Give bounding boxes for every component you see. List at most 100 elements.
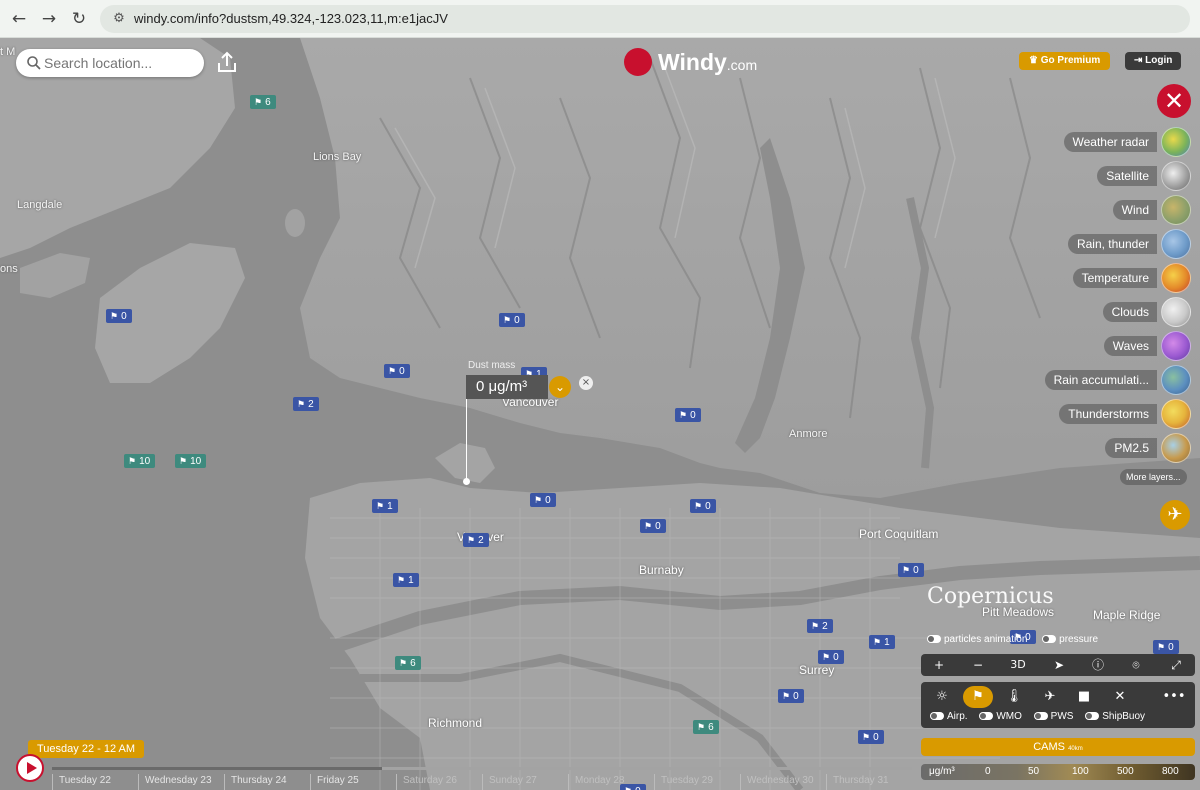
layer-weather-radar[interactable]: Weather radar — [1031, 125, 1191, 159]
picker-dot[interactable] — [463, 478, 470, 485]
shipbuoy-toggle[interactable]: ShipBuoy — [1085, 711, 1145, 722]
chevron-down-icon[interactable]: ⌄ — [549, 376, 571, 398]
timeline-day[interactable]: Monday 28 — [568, 774, 654, 790]
flag-icon: ⚑ — [376, 501, 385, 511]
weather-icon[interactable]: ☼ — [927, 686, 957, 708]
place-label: Maple Ridge — [1093, 608, 1161, 622]
picker-value[interactable]: 0 μg/m³ — [466, 375, 548, 399]
layer-wind[interactable]: Wind — [1031, 193, 1191, 227]
close-overlay-button[interactable]: ✕ — [1157, 84, 1191, 118]
model-selector[interactable]: CAMS 40km — [921, 738, 1195, 756]
camera-icon[interactable]: ■ — [1069, 686, 1099, 708]
station-marker[interactable]: ⚑ 10 — [175, 454, 207, 468]
pws-toggle[interactable]: PWS — [1033, 711, 1073, 722]
layer-temperature[interactable]: Temperature — [1031, 261, 1191, 295]
zoom-out-button[interactable]: − — [967, 654, 989, 676]
station-marker[interactable]: ⚑1 — [393, 573, 419, 587]
timeline-day[interactable]: Friday 25 — [310, 774, 396, 790]
login-button[interactable]: ⇥ Login — [1125, 52, 1182, 70]
map[interactable]: Lions Bay Langdale Vancouver Anmore Port… — [0, 38, 1200, 790]
share-icon[interactable] — [213, 49, 241, 77]
address-bar[interactable]: ⚙ windy.com/info?dustsm,49.324,-123.023,… — [100, 5, 1190, 33]
flag-icon: ⚑ — [782, 691, 791, 701]
clouds-icon — [1161, 297, 1191, 327]
picker-line — [466, 398, 467, 482]
station-marker[interactable]: ⚑ 6 — [250, 95, 276, 109]
site-info-icon[interactable]: ⚙ — [110, 9, 128, 29]
fullscreen-icon[interactable]: ⤢ — [1165, 654, 1187, 676]
station-marker[interactable]: ⚑0 — [106, 309, 132, 323]
flag-icon: ⚑ — [388, 366, 397, 376]
url-text[interactable]: windy.com/info?dustsm,49.324,-123.023,11… — [134, 11, 448, 26]
play-icon[interactable] — [16, 754, 44, 782]
station-marker[interactable]: ⚑ 10 — [124, 454, 156, 468]
station-marker[interactable]: ⚑0 — [499, 313, 525, 327]
station-marker[interactable]: ⚑ 6 — [395, 656, 421, 670]
station-marker[interactable]: ⚑0 — [690, 499, 716, 513]
flag-icon: ⚑ — [811, 621, 820, 631]
station-marker[interactable]: ⚑1 — [372, 499, 398, 513]
station-marker[interactable]: ⚑0 — [675, 408, 701, 422]
more-layers-button[interactable]: More layers... — [1120, 469, 1187, 485]
wind-icon — [1161, 195, 1191, 225]
locate-arrow-icon[interactable]: ➤ — [1048, 654, 1070, 676]
timeline-day[interactable]: Wednesday 23 — [138, 774, 224, 790]
location-pin-icon[interactable]: ⌾ — [1125, 654, 1147, 676]
search-box[interactable] — [16, 49, 204, 77]
layer-clouds[interactable]: Clouds — [1031, 295, 1191, 329]
layer-thunderstorms[interactable]: Thunderstorms — [1031, 397, 1191, 431]
thermometer-icon[interactable]: 🌡 — [999, 686, 1029, 708]
particles-animation-toggle[interactable]: particles animation — [927, 634, 1027, 645]
info-icon[interactable]: ⓘ — [1087, 654, 1109, 676]
more-icon[interactable]: ••• — [1159, 686, 1189, 708]
copernicus-logo: Copernicus — [927, 584, 1054, 609]
timeline-day[interactable]: Sunday 27 — [482, 774, 568, 790]
station-marker[interactable]: ⚑0 — [1153, 640, 1179, 654]
station-marker[interactable]: ⚑ 2 — [807, 619, 833, 633]
station-marker[interactable]: ⚑0 — [898, 563, 924, 577]
station-marker[interactable]: ⚑ 2 — [293, 397, 319, 411]
station-marker[interactable]: ⚑0 — [778, 689, 804, 703]
airplane-icon[interactable]: ✈ — [1160, 500, 1190, 530]
station-marker[interactable]: ⚑ 6 — [693, 720, 719, 734]
station-marker[interactable]: ⚑1 — [869, 635, 895, 649]
zoom-in-button[interactable]: + — [928, 654, 950, 676]
close-icon[interactable]: ✕ — [1105, 686, 1135, 708]
airplane-icon[interactable]: ✈ — [1035, 686, 1065, 708]
station-marker[interactable]: ⚑0 — [858, 730, 884, 744]
forward-icon[interactable]: → — [38, 8, 60, 30]
close-icon[interactable]: × — [579, 376, 593, 390]
go-premium-button[interactable]: ♛ Go Premium — [1019, 52, 1111, 70]
layer-rain-accumulation[interactable]: Rain accumulati... — [1031, 363, 1191, 397]
station-marker[interactable]: ⚑ 2 — [463, 533, 489, 547]
color-legend[interactable]: μg/m³ 0 50 100 500 800 — [921, 764, 1195, 780]
reload-icon[interactable]: ↻ — [68, 8, 90, 30]
back-icon[interactable]: ← — [8, 8, 30, 30]
layer-pm25[interactable]: PM2.5 — [1031, 431, 1191, 465]
wmo-toggle[interactable]: WMO — [979, 711, 1022, 722]
3d-button[interactable]: 3D — [1007, 654, 1029, 676]
current-time-badge[interactable]: Tuesday 22 - 12 AM — [28, 740, 145, 758]
layer-waves[interactable]: Waves — [1031, 329, 1191, 363]
timeline-day[interactable]: Tuesday 22 — [52, 774, 138, 790]
pressure-toggle[interactable]: pressure — [1042, 634, 1098, 645]
temperature-icon — [1161, 263, 1191, 293]
station-marker[interactable]: ⚑0 — [640, 519, 666, 533]
timeline-progress[interactable] — [52, 767, 382, 770]
flag-icon: ⚑ — [822, 652, 831, 662]
timeline-day[interactable]: Thursday 24 — [224, 774, 310, 790]
timeline-day[interactable]: Wednesday 30 — [740, 774, 826, 790]
station-marker[interactable]: ⚑0 — [384, 364, 410, 378]
search-input[interactable] — [44, 53, 194, 73]
timeline-track[interactable] — [382, 767, 912, 770]
place-label: Richmond — [428, 716, 483, 730]
flag-icon[interactable]: ⚑ — [963, 686, 993, 708]
airp-toggle[interactable]: Airp. — [930, 711, 968, 722]
station-marker[interactable]: ⚑0 — [530, 493, 556, 507]
timeline-day[interactable]: Saturday 26 — [396, 774, 482, 790]
layer-satellite[interactable]: Satellite — [1031, 159, 1191, 193]
timeline-day[interactable]: Thursday 31 — [826, 774, 912, 790]
station-marker[interactable]: ⚑0 — [818, 650, 844, 664]
layer-rain-thunder[interactable]: Rain, thunder — [1031, 227, 1191, 261]
timeline-day[interactable]: Tuesday 29 — [654, 774, 740, 790]
